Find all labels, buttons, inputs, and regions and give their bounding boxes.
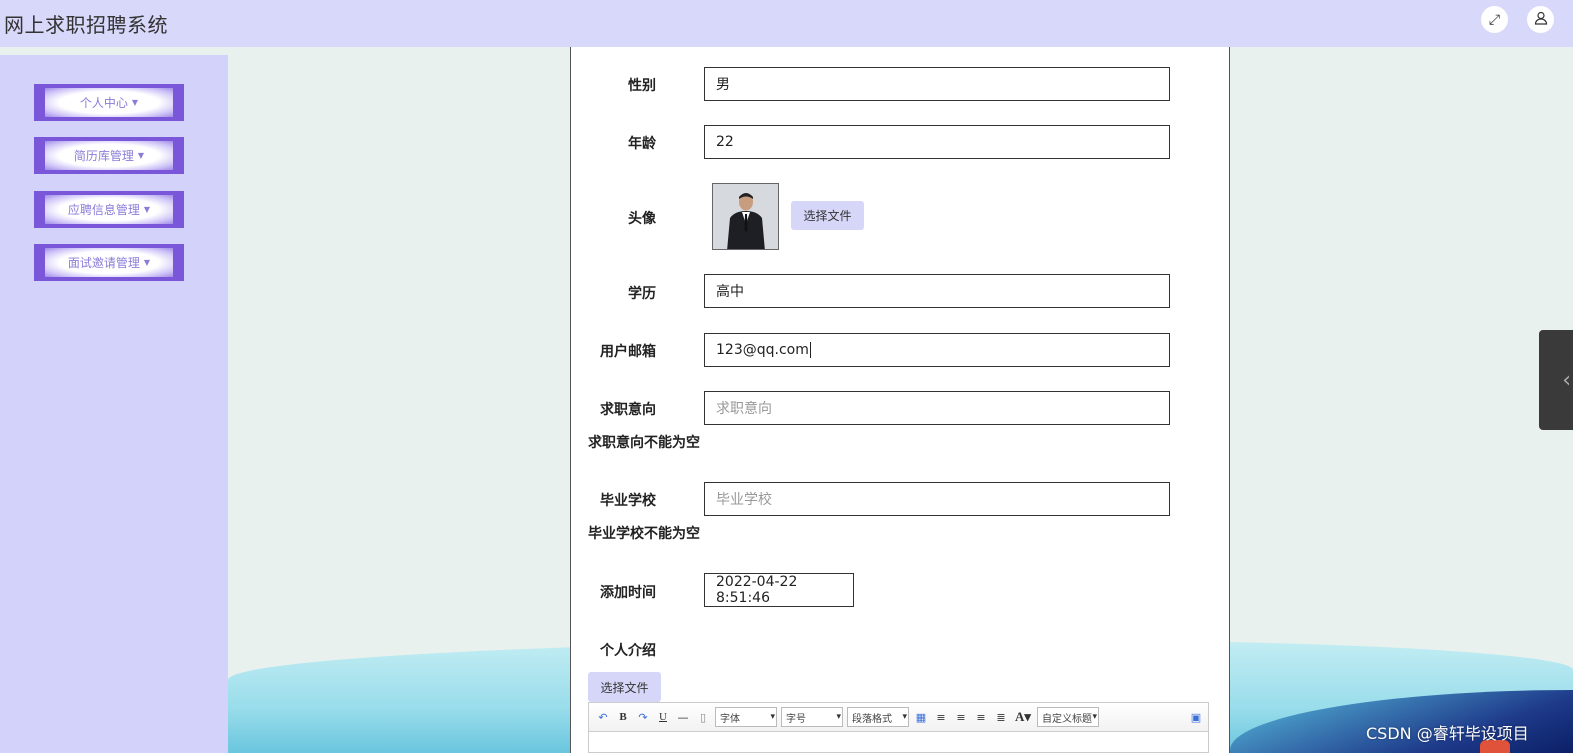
align-right-icon[interactable]: ≡ [953,709,969,725]
school-label: 毕业学校 [600,493,656,509]
age-field[interactable]: 22 [704,125,1170,159]
undo-icon[interactable]: ↶ [595,709,611,725]
text-cursor [809,342,811,358]
add-time-label: 添加时间 [600,585,656,601]
avatar-label: 头像 [628,211,656,227]
avatar-choose-file-button[interactable]: 选择文件 [791,201,864,230]
intro-choose-file-button[interactable]: 选择文件 [588,672,661,702]
custom-title-select[interactable]: 自定义标题 [1037,707,1099,727]
gender-label: 性别 [628,78,656,94]
collapse-panel-tab[interactable]: ‹ [1539,330,1573,430]
job-intent-field[interactable]: 求职意向 [704,391,1170,425]
caret-down-icon: ▼ [137,151,145,160]
education-label: 学历 [628,286,656,302]
sidebar-item-personal-center[interactable]: 个人中心 ▼ [34,84,184,121]
form-panel: 性别 男 年龄 22 头像 选择文件 学历 高中 用户邮箱 123@qq.com… [570,47,1230,753]
new-document-icon[interactable]: ▯ [695,709,711,725]
age-label: 年龄 [628,136,656,152]
add-time-field[interactable]: 2022-04-22 8:51:46 [704,573,854,607]
user-button[interactable] [1527,6,1554,33]
table-icon[interactable]: ▦ [913,709,929,725]
sidebar-item-application-info[interactable]: 应聘信息管理 ▼ [34,191,184,228]
align-left-icon[interactable]: ≡ [933,709,949,725]
gender-value: 男 [716,77,730,93]
caret-down-icon: ▼ [143,205,151,214]
horizontal-rule-icon[interactable]: — [675,709,691,725]
age-value: 22 [716,134,734,150]
paragraph-format-select[interactable]: 段落格式 [847,707,909,727]
top-header: 网上求职招聘系统 ⤢ [0,0,1573,47]
user-icon [1534,11,1548,29]
font-color-icon[interactable]: A▾ [1013,709,1033,725]
gender-field[interactable]: 男 [704,67,1170,101]
school-field[interactable]: 毕业学校 [704,482,1170,516]
editor-toolbar: ↶ B ↷ U — ▯ 字体 字号 段落格式 ▦ ≡ ≡ ≡ ≣ A▾ 自定义标… [588,702,1209,732]
add-time-value: 2022-04-22 8:51:46 [716,574,798,606]
email-label: 用户邮箱 [600,344,656,360]
redo-icon[interactable]: ↷ [635,709,651,725]
caret-down-icon: ▼ [131,98,139,107]
align-center-icon[interactable]: ≡ [973,709,989,725]
sidebar: 个人中心 ▼ 简历库管理 ▼ 应聘信息管理 ▼ 面试邀请管理 ▼ [0,55,228,753]
editor-content-area[interactable] [588,732,1209,753]
sidebar-item-label: 应聘信息管理 [67,203,140,217]
fullscreen-button[interactable]: ⤢ [1481,6,1508,33]
sidebar-item-label: 简历库管理 [73,149,134,163]
watermark: CSDN @睿轩毕设项目 [1366,724,1529,743]
job-intent-label: 求职意向 [600,402,656,418]
intro-label: 个人介绍 [600,643,656,659]
education-value: 高中 [716,284,744,300]
education-field[interactable]: 高中 [704,274,1170,308]
bold-icon[interactable]: B [615,709,631,725]
font-size-select[interactable]: 字号 [781,707,843,727]
job-intent-error: 求职意向不能为空 [588,435,700,451]
job-intent-placeholder: 求职意向 [716,401,772,417]
font-select[interactable]: 字体 [715,707,777,727]
caret-down-icon: ▼ [143,258,151,267]
avatar-image [712,183,779,250]
expand-icon: ⤢ [1488,11,1501,28]
underline-icon[interactable]: U [655,709,671,725]
sidebar-item-label: 个人中心 [79,96,128,110]
chevron-left-icon: ‹ [1562,367,1571,393]
school-placeholder: 毕业学校 [716,492,772,508]
email-field[interactable]: 123@qq.com [704,333,1170,367]
sidebar-item-resume-library[interactable]: 简历库管理 ▼ [34,137,184,174]
fullscreen-editor-icon[interactable]: ▣ [1188,709,1204,725]
align-justify-icon[interactable]: ≣ [993,709,1009,725]
email-value: 123@qq.com [716,342,809,358]
app-title: 网上求职招聘系统 [4,13,168,37]
sidebar-item-label: 面试邀请管理 [67,256,140,270]
school-error: 毕业学校不能为空 [588,526,700,542]
sidebar-item-interview-invitation[interactable]: 面试邀请管理 ▼ [34,244,184,281]
